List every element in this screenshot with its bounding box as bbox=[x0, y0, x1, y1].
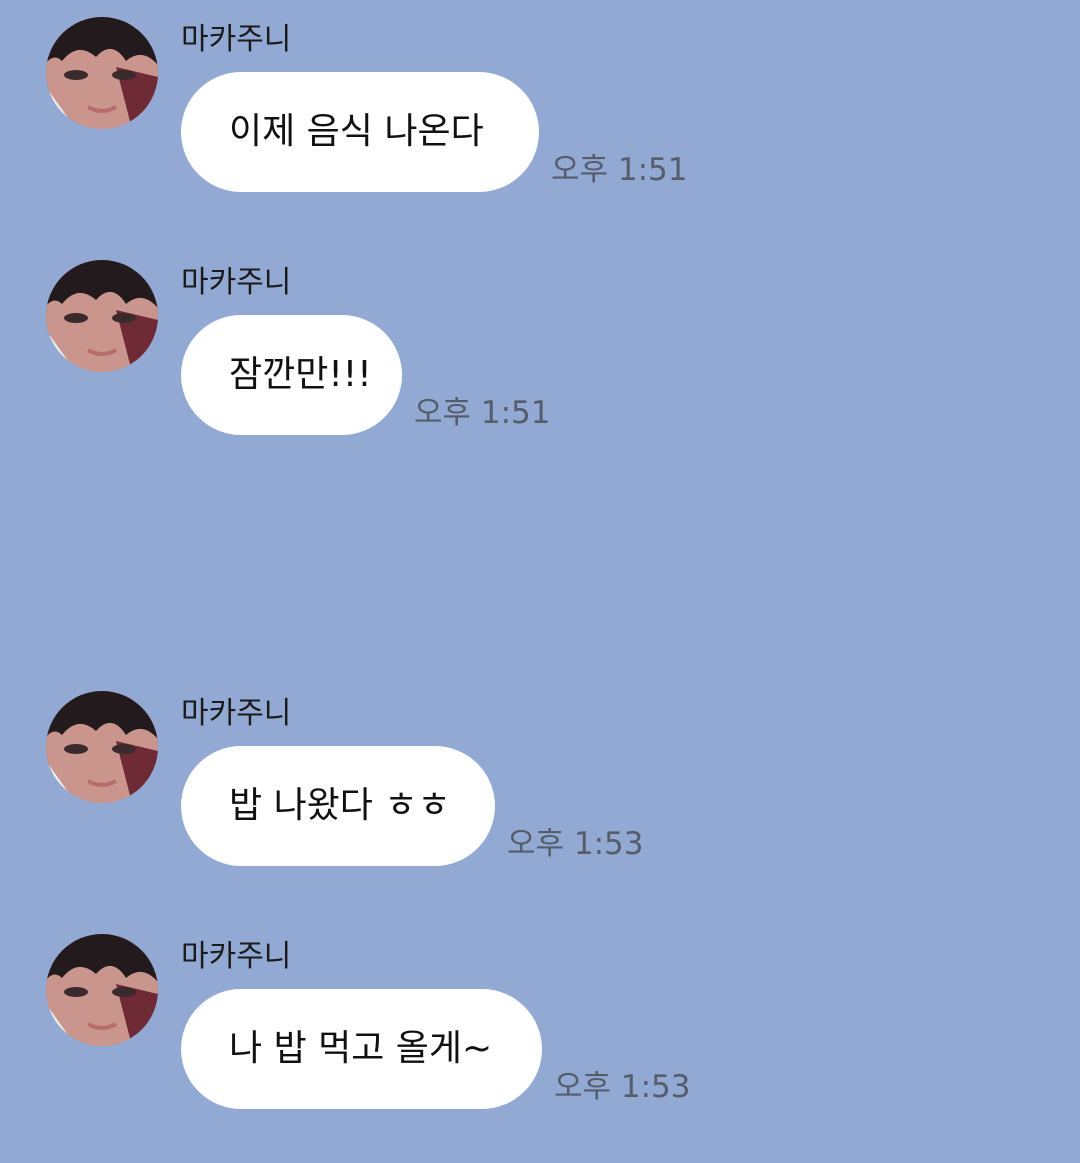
profile-photo-icon bbox=[46, 934, 158, 1046]
message-text: 잠깐만!!! bbox=[229, 354, 372, 395]
avatar[interactable] bbox=[46, 691, 158, 803]
profile-photo-icon bbox=[46, 691, 158, 803]
profile-photo-icon bbox=[46, 260, 158, 372]
message-text: 밥 나왔다 ㅎㅎ bbox=[229, 785, 451, 826]
chat-room: 마카주니 이제 음식 나온다 오후 1:51 마카주니 잠깐만!!! 오후 1:… bbox=[0, 0, 1080, 1163]
message-bubble[interactable]: 밥 나왔다 ㅎㅎ bbox=[181, 746, 495, 866]
message-text: 이제 음식 나온다 bbox=[229, 111, 484, 152]
message-row: 마카주니 잠깐만!!! 오후 1:51 bbox=[0, 243, 1080, 443]
message-bubble[interactable]: 이제 음식 나온다 bbox=[181, 72, 539, 192]
message-row: 마카주니 나 밥 먹고 올게~ 오후 1:53 bbox=[0, 917, 1080, 1117]
message-row: 마카주니 밥 나왔다 ㅎㅎ 오후 1:53 bbox=[0, 674, 1080, 874]
sender-name: 마카주니 bbox=[181, 22, 292, 57]
sender-name: 마카주니 bbox=[181, 939, 292, 974]
message-bubble[interactable]: 잠깐만!!! bbox=[181, 315, 402, 435]
message-row: 마카주니 이제 음식 나온다 오후 1:51 bbox=[0, 0, 1080, 200]
avatar[interactable] bbox=[46, 934, 158, 1046]
profile-photo-icon bbox=[46, 17, 158, 129]
message-bubble[interactable]: 나 밥 먹고 올게~ bbox=[181, 989, 542, 1109]
message-text: 나 밥 먹고 올게~ bbox=[229, 1028, 493, 1069]
message-time: 오후 1:51 bbox=[414, 395, 551, 431]
avatar[interactable] bbox=[46, 260, 158, 372]
avatar[interactable] bbox=[46, 17, 158, 129]
message-time: 오후 1:53 bbox=[554, 1069, 691, 1105]
sender-name: 마카주니 bbox=[181, 696, 292, 731]
message-time: 오후 1:53 bbox=[507, 826, 644, 862]
message-time: 오후 1:51 bbox=[551, 152, 688, 188]
sender-name: 마카주니 bbox=[181, 265, 292, 300]
